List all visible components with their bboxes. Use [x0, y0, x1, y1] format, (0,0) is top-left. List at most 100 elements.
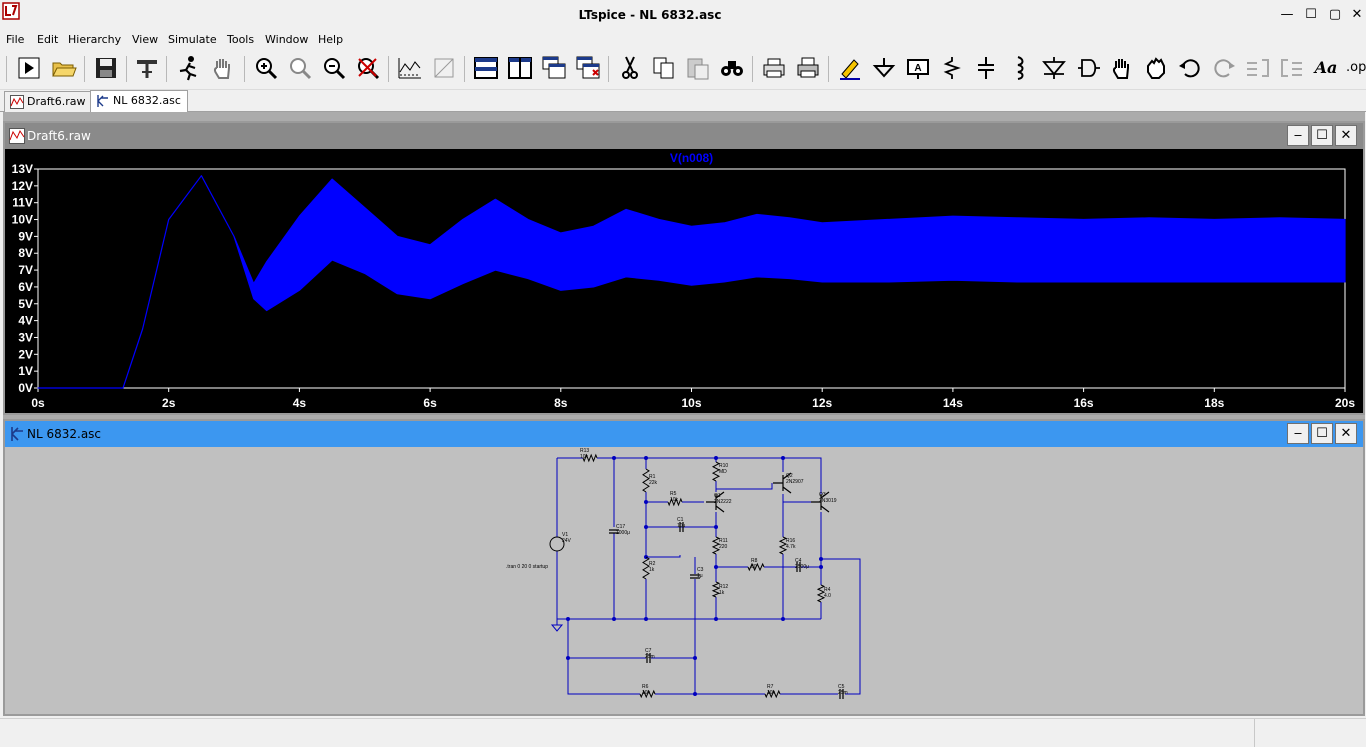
junction-dot	[781, 456, 785, 460]
menu-view[interactable]: View	[132, 33, 158, 46]
redo-button[interactable]	[1210, 54, 1238, 82]
autorange-button[interactable]	[396, 54, 424, 82]
y-tick-label: 6V	[18, 280, 33, 294]
zoom-fit-icon	[290, 58, 312, 80]
part-label: 1k	[719, 590, 725, 596]
part-label: 10k	[580, 454, 589, 460]
control-panel-icon	[137, 60, 157, 78]
schematic-close-button[interactable]: ✕	[1335, 423, 1357, 444]
y-tick-label: 0V	[18, 381, 33, 395]
part-label: 2500μ	[795, 564, 809, 570]
zoom-out-button[interactable]	[320, 54, 348, 82]
plot-window-titlebar[interactable]: Draft6.raw ‒ ☐ ✕	[5, 123, 1363, 149]
junction-dot	[644, 500, 648, 504]
tile-horizontal-button[interactable]	[472, 54, 500, 82]
menu-tools[interactable]: Tools	[227, 33, 254, 46]
part-label: 2N2222	[714, 499, 732, 505]
zoom-cancel-icon	[358, 58, 380, 80]
save-button[interactable]	[92, 54, 120, 82]
junction-dot	[781, 617, 785, 621]
plot-minimize-button[interactable]: ‒	[1287, 125, 1309, 146]
capacitor-icon	[978, 57, 994, 79]
y-tick-label: 4V	[18, 314, 33, 328]
label-net-button[interactable]: A	[904, 54, 932, 82]
toolbar-separator	[464, 56, 465, 82]
maximize-button[interactable]: ☐	[1302, 6, 1320, 24]
plot-maximize-button[interactable]: ☐	[1311, 125, 1333, 146]
spice-directive: .tran 0 20 0 startup	[506, 564, 548, 570]
undo-button[interactable]	[1176, 54, 1204, 82]
text-button[interactable]: Aa	[1312, 54, 1340, 82]
menu-hierarchy[interactable]: Hierarchy	[68, 33, 121, 46]
restore-button[interactable]: ▢	[1326, 6, 1344, 24]
find-button[interactable]	[718, 54, 746, 82]
toolbar: A Aa .op	[0, 48, 1366, 90]
junction-dot	[693, 656, 697, 660]
minimize-button[interactable]: —	[1278, 6, 1296, 24]
schematic-window-titlebar[interactable]: NL 6832.asc ‒ ☐ ✕	[5, 421, 1363, 447]
cascade-button[interactable]	[540, 54, 568, 82]
tab-nl-6832-asc[interactable]: NL 6832.asc	[90, 90, 188, 113]
copy-button[interactable]	[650, 54, 678, 82]
junction-dot	[566, 617, 570, 621]
window-title: LTspice - NL 6832.asc	[578, 8, 722, 22]
grid-button[interactable]	[430, 54, 458, 82]
resistor-button[interactable]	[938, 54, 966, 82]
close-button[interactable]: ✕	[1348, 6, 1366, 24]
spice-directive-button[interactable]: .op	[1346, 54, 1366, 82]
x-tick-label: 12s	[812, 396, 832, 410]
zoom-fit-button[interactable]	[286, 54, 314, 82]
schematic-canvas[interactable]: R13 10k R1 22k R10 MD Q1 2N2222 Q2 2N2907 Q3 2N3019…	[5, 447, 1363, 714]
text-icon: Aa	[1314, 58, 1338, 77]
part-label: 24V	[562, 538, 572, 544]
zoom-cancel-button[interactable]	[354, 54, 382, 82]
cut-button[interactable]	[616, 54, 644, 82]
x-tick-label: 2s	[162, 396, 176, 410]
mirror-button[interactable]	[1278, 54, 1306, 82]
run-stop-button[interactable]	[174, 54, 202, 82]
ground-button[interactable]	[870, 54, 898, 82]
zoom-in-button[interactable]	[252, 54, 280, 82]
menu-simulate[interactable]: Simulate	[168, 33, 217, 46]
rotate-button[interactable]	[1244, 54, 1272, 82]
mdi-workspace: Draft6.raw ‒ ☐ ✕ 0s 2s 4s 6s 8s 10s 12s 14s 16s 1…	[3, 112, 1365, 716]
diode-button[interactable]	[1040, 54, 1068, 82]
menu-window[interactable]: Window	[265, 33, 308, 46]
move-button[interactable]	[1108, 54, 1136, 82]
x-tick-label: 0s	[31, 396, 45, 410]
schematic-minimize-button[interactable]: ‒	[1287, 423, 1309, 444]
print-preview-button[interactable]	[760, 54, 788, 82]
close-all-button[interactable]	[574, 54, 602, 82]
open-icon	[52, 62, 77, 77]
junction-dot	[566, 656, 570, 660]
component-button[interactable]	[1074, 54, 1102, 82]
wire	[567, 619, 640, 695]
menu-edit[interactable]: Edit	[37, 33, 58, 46]
draw-wire-button[interactable]	[836, 54, 864, 82]
print-button[interactable]	[794, 54, 822, 82]
paste-button[interactable]	[684, 54, 712, 82]
schematic-drawing[interactable]: R1310kR122kR10MDQ12N2222Q22N2907Q32N3019…	[5, 447, 1363, 714]
y-tick-label: 7V	[18, 263, 33, 277]
pan-button[interactable]	[209, 54, 237, 82]
menu-help[interactable]: Help	[318, 33, 343, 46]
open-button[interactable]	[50, 54, 78, 82]
drag-button[interactable]	[1142, 54, 1170, 82]
zoom-in-icon	[256, 58, 278, 80]
x-tick-label: 14s	[943, 396, 963, 410]
capacitor-button[interactable]	[972, 54, 1000, 82]
part-label: 10k	[767, 690, 776, 696]
run-button[interactable]	[15, 54, 43, 82]
waveform-icon	[9, 128, 25, 144]
plot-close-button[interactable]: ✕	[1335, 125, 1357, 146]
waveform-plot[interactable]: 0s 2s 4s 6s 8s 10s 12s 14s 16s 18s 20s 0V 1V 2V 3V 4V 5V…	[5, 149, 1363, 413]
menu-file[interactable]: File	[6, 33, 24, 46]
tile-vertical-button[interactable]	[506, 54, 534, 82]
tab-draft6-raw[interactable]: Draft6.raw	[4, 91, 93, 112]
control-panel-button[interactable]	[133, 54, 161, 82]
cascade-icon	[542, 56, 566, 79]
inductor-button[interactable]	[1006, 54, 1034, 82]
schematic-icon	[11, 427, 23, 441]
schematic-maximize-button[interactable]: ☐	[1311, 423, 1333, 444]
plot-pane[interactable]: 0s 2s 4s 6s 8s 10s 12s 14s 16s 18s 20s 0V 1V 2V 3V 4V 5V…	[5, 149, 1363, 413]
